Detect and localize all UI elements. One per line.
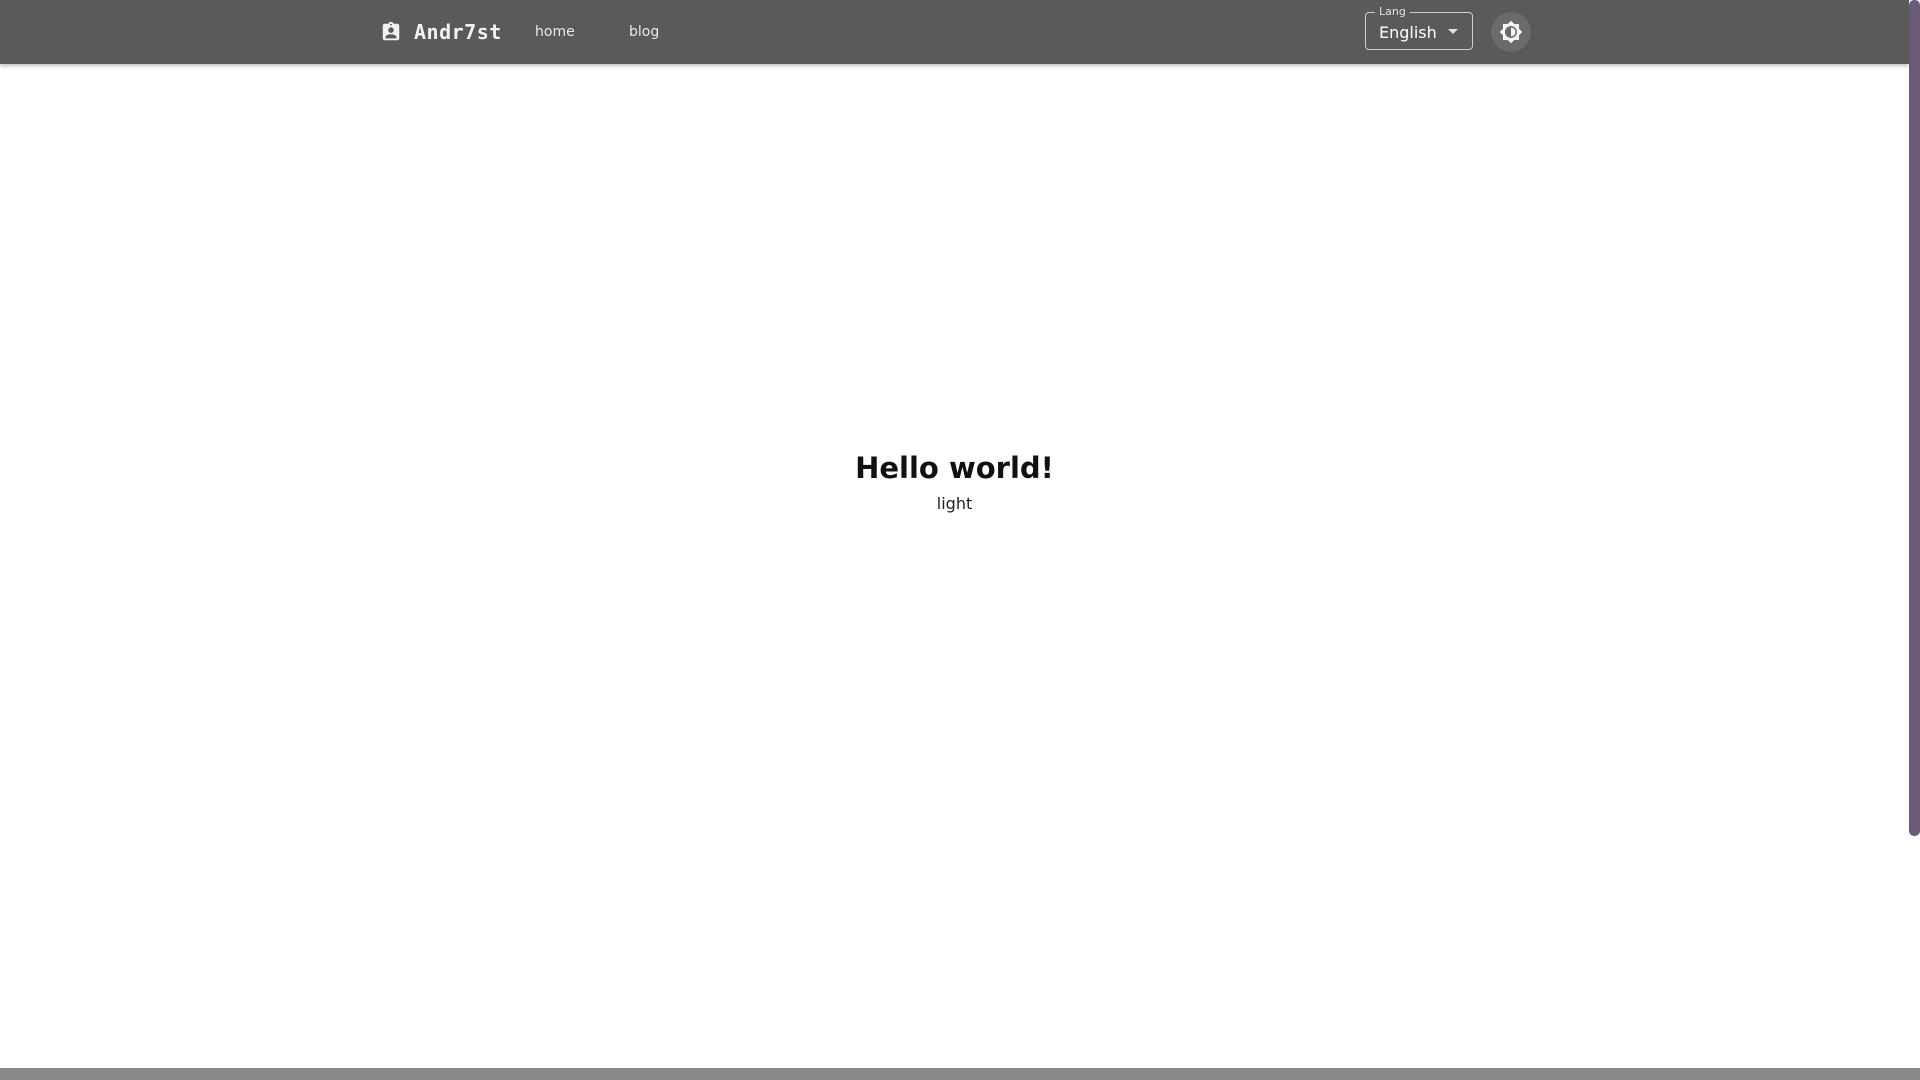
language-select-value: English: [1379, 22, 1437, 42]
nav-blog-link[interactable]: blog: [629, 0, 659, 64]
brand-name: Andr7st: [414, 20, 502, 44]
brand-link[interactable]: Andr7st: [380, 0, 502, 64]
page-title: Hello world!: [855, 451, 1054, 485]
page: Andr7st home blog Lang English Hello wor…: [0, 0, 1920, 1080]
brightness-icon: [1499, 20, 1523, 44]
vertical-scrollbar-thumb[interactable]: [1909, 0, 1920, 836]
nav-home-link[interactable]: home: [535, 0, 575, 64]
app-bar: Andr7st home blog Lang English: [0, 0, 1909, 64]
theme-label: light: [936, 494, 973, 513]
contact-badge-icon: [382, 21, 400, 41]
caret-down-icon: [1448, 29, 1458, 34]
main-content: Hello world! light: [0, 448, 1909, 514]
language-select[interactable]: Lang English: [1365, 5, 1473, 50]
horizontal-scrollbar[interactable]: [0, 1068, 1920, 1080]
theme-toggle-button[interactable]: [1491, 12, 1531, 52]
